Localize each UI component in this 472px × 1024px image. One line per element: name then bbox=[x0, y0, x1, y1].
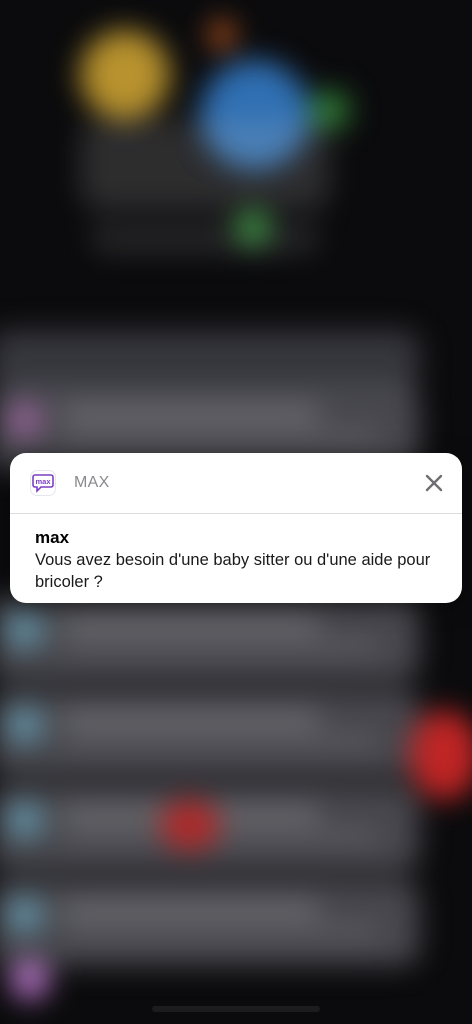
app-icon-label: max bbox=[35, 477, 51, 486]
home-indicator[interactable] bbox=[152, 1006, 320, 1012]
lock-screen: max MAX max Vous avez besoin d'une baby … bbox=[0, 0, 472, 1024]
notification-header: max MAX bbox=[10, 453, 462, 514]
notification-body: max Vous avez besoin d'une baby sitter o… bbox=[10, 514, 462, 593]
close-icon bbox=[425, 474, 443, 492]
max-app-icon: max bbox=[30, 470, 56, 496]
notification-card[interactable]: max MAX max Vous avez besoin d'une baby … bbox=[10, 453, 462, 603]
notification-message: Vous avez besoin d'une baby sitter ou d'… bbox=[35, 551, 431, 591]
notification-title: max bbox=[35, 528, 70, 547]
app-name: MAX bbox=[74, 474, 110, 491]
close-button[interactable] bbox=[420, 469, 448, 497]
